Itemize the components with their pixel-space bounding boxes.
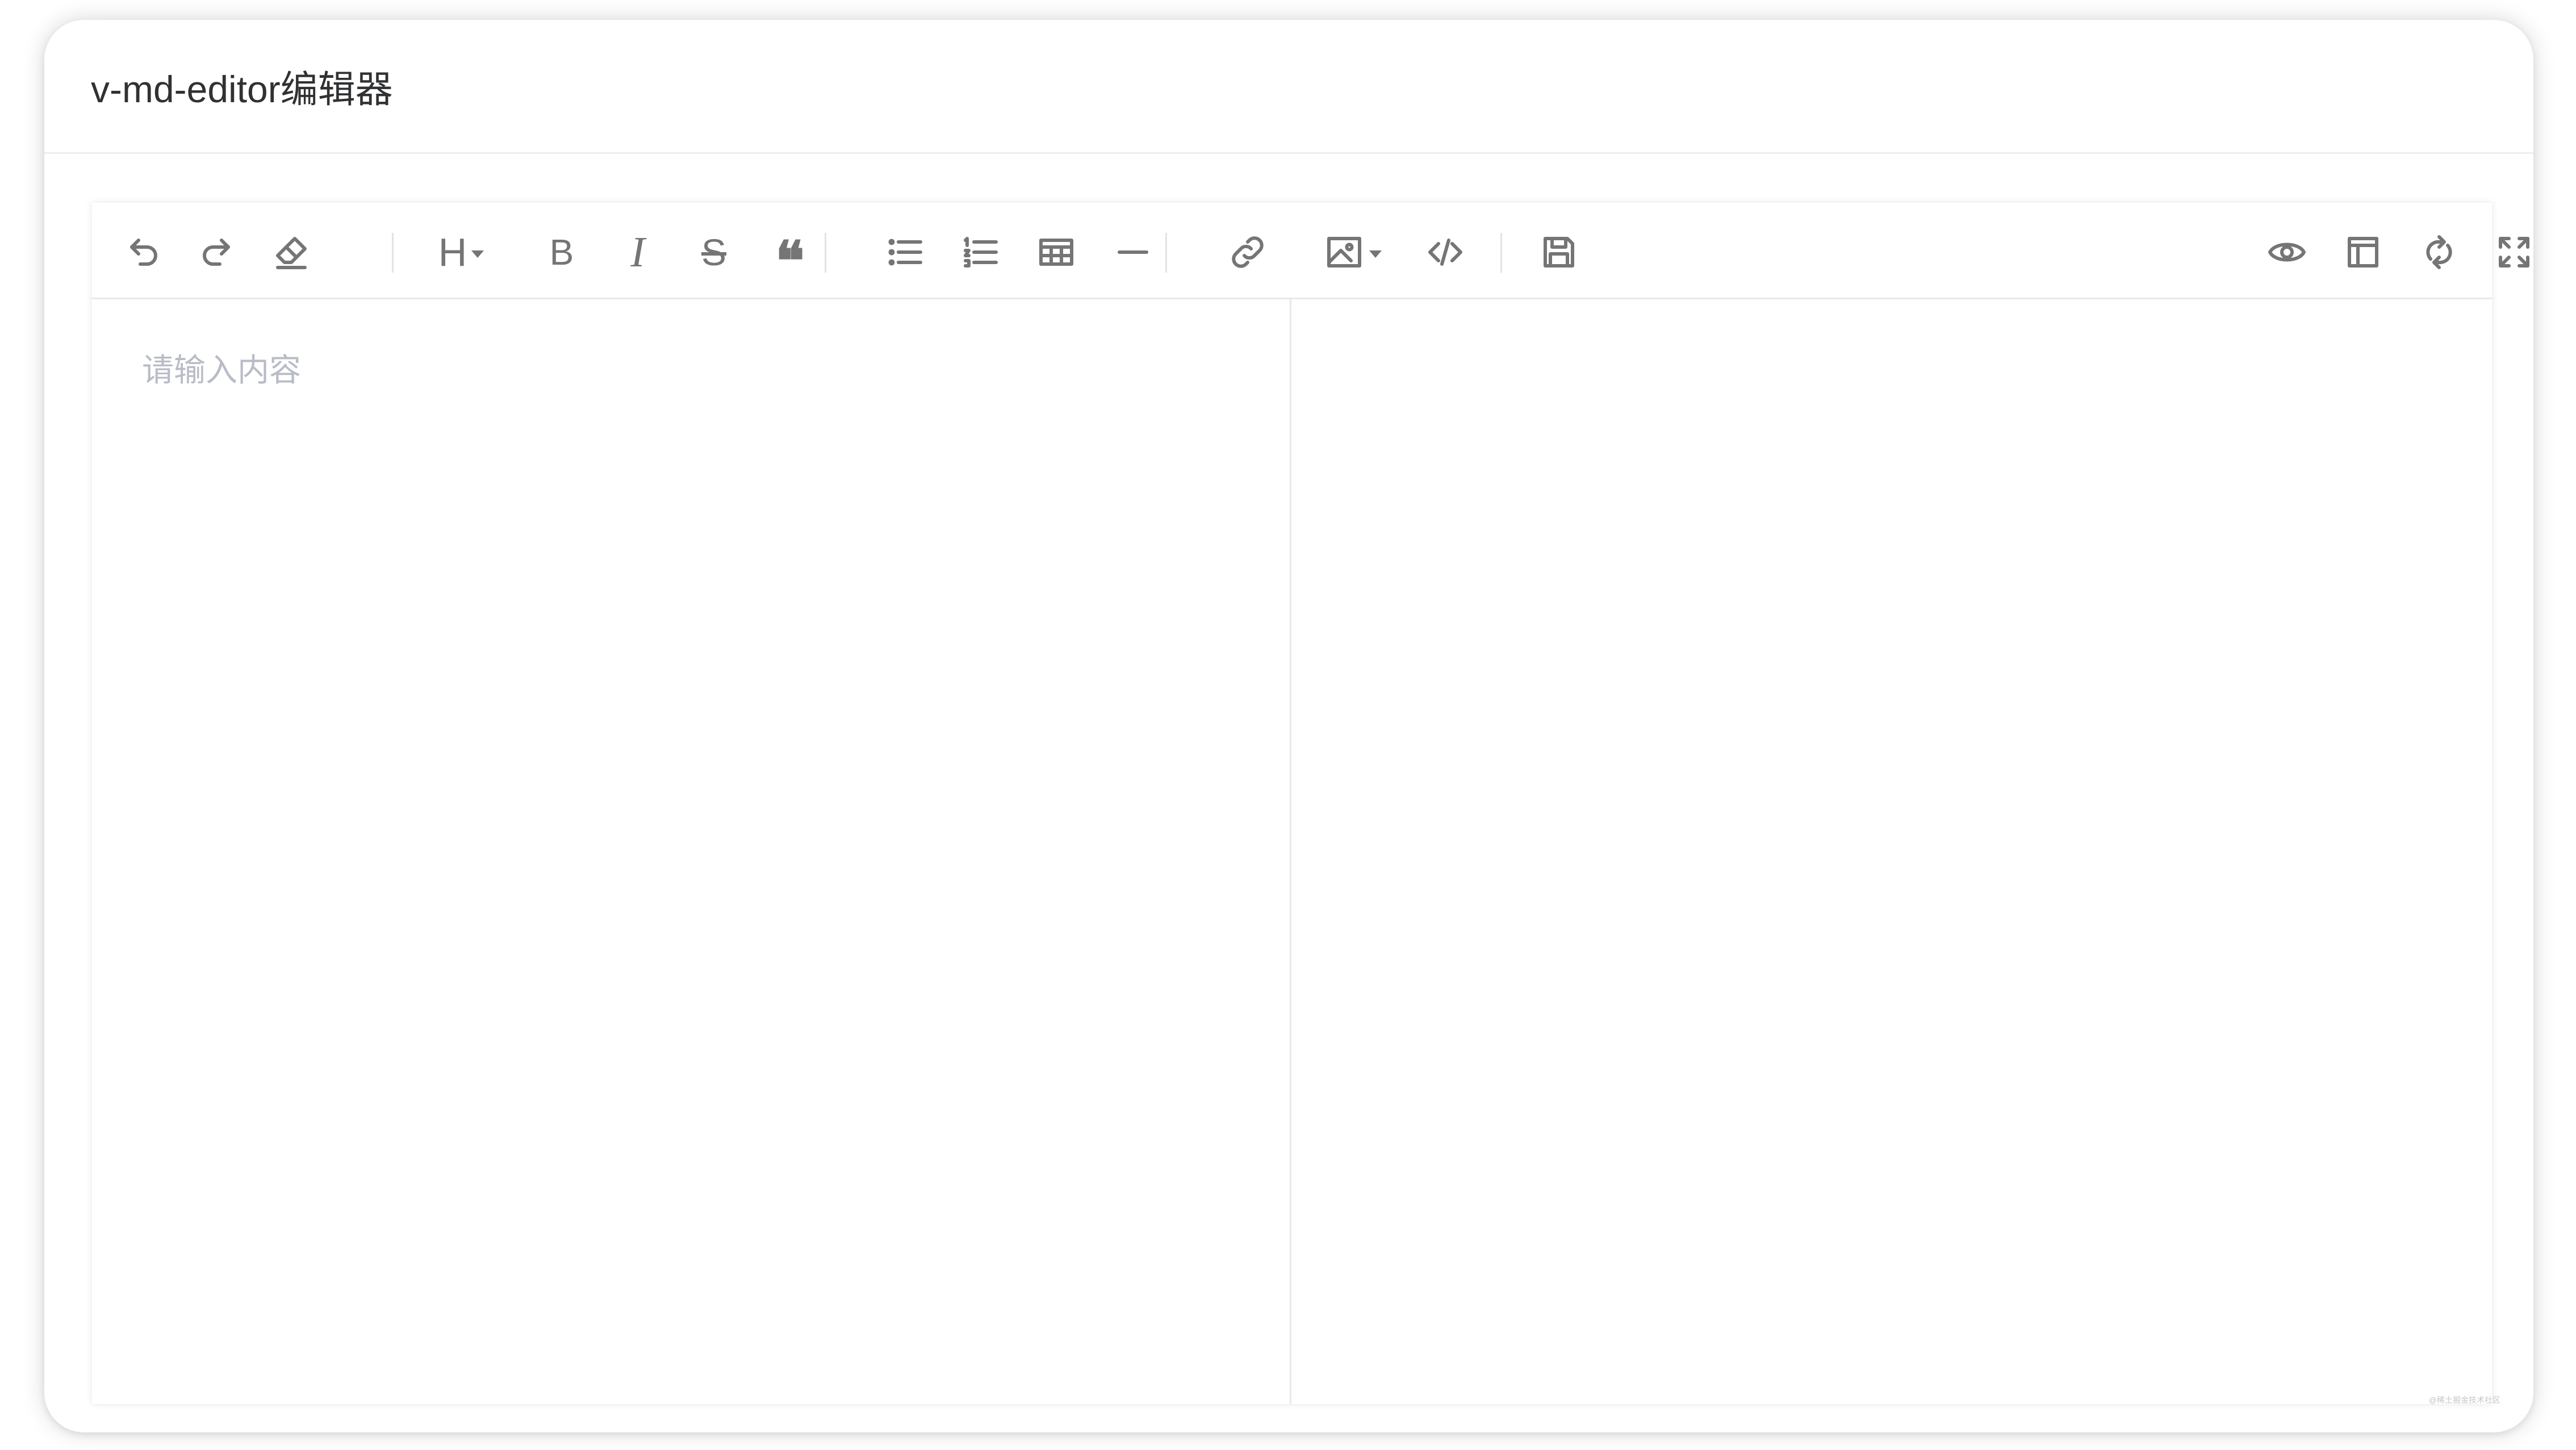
- image-icon: [1327, 237, 1361, 268]
- table-icon: [1039, 239, 1073, 266]
- clear-button[interactable]: [266, 227, 317, 278]
- code-button[interactable]: [1420, 227, 1471, 278]
- code-icon: [1428, 239, 1462, 266]
- card-header: v-md-editor编辑器: [44, 20, 2533, 154]
- watermark: @稀土掘金技术社区: [2428, 1395, 2500, 1405]
- image-button[interactable]: [1319, 227, 1387, 278]
- toolbar-divider: [825, 233, 826, 273]
- toolbar-divider: [392, 233, 394, 273]
- link-icon: [1232, 236, 1264, 268]
- heading-button[interactable]: H: [427, 227, 495, 278]
- undo-button[interactable]: [118, 227, 169, 278]
- ordered-list-button[interactable]: [955, 227, 1006, 278]
- markdown-editor: H B I S ❝: [92, 203, 2529, 1404]
- hr-icon: [1118, 250, 1148, 254]
- quote-button[interactable]: ❝: [764, 227, 816, 289]
- toolbar-divider: [1165, 233, 1167, 273]
- editor-card: v-md-editor编辑器 H B I S ❝ 请输入内容 @稀土掘金技术社区: [44, 20, 2533, 1432]
- undo-icon: [130, 239, 157, 266]
- layout-icon: [2348, 237, 2378, 268]
- caret-down-icon: [1369, 250, 1382, 258]
- eye-icon: [2268, 243, 2306, 262]
- heading-icon: H: [438, 230, 467, 274]
- eraser-icon: [276, 237, 307, 269]
- markdown-input[interactable]: [92, 299, 1290, 1404]
- caret-down-icon: [471, 250, 484, 258]
- table-button[interactable]: [1031, 227, 1082, 278]
- italic-button[interactable]: I: [612, 227, 663, 278]
- fullscreen-button[interactable]: [2489, 227, 2533, 278]
- save-button[interactable]: [1533, 227, 1584, 278]
- sync-scroll-button[interactable]: [2414, 227, 2465, 278]
- editor-input-pane: [92, 299, 1291, 1404]
- italic-icon: I: [630, 228, 645, 276]
- preview-pane: [1291, 299, 2492, 1404]
- redo-button[interactable]: [191, 227, 242, 278]
- strikethrough-icon: S: [701, 231, 727, 273]
- toc-button[interactable]: [2337, 227, 2389, 278]
- bold-icon: B: [549, 232, 574, 273]
- redo-icon: [203, 239, 230, 266]
- fullscreen-icon: [2499, 237, 2529, 268]
- sync-icon: [2426, 235, 2452, 269]
- unordered-list-icon: [888, 239, 922, 266]
- quote-icon: ❝: [775, 231, 805, 292]
- toolbar-divider: [1500, 233, 1502, 273]
- strikethrough-button[interactable]: S: [688, 227, 739, 278]
- link-button[interactable]: [1222, 227, 1273, 278]
- preview-toggle-button[interactable]: [2261, 227, 2312, 278]
- ordered-list-icon: [964, 237, 998, 268]
- horizontal-rule-button[interactable]: [1107, 227, 1159, 278]
- unordered-list-button[interactable]: [880, 227, 931, 278]
- editor-toolbar: H B I S ❝: [92, 203, 2529, 299]
- page-title: v-md-editor编辑器: [91, 68, 393, 110]
- bold-button[interactable]: B: [536, 227, 587, 278]
- save-icon: [1544, 237, 1574, 268]
